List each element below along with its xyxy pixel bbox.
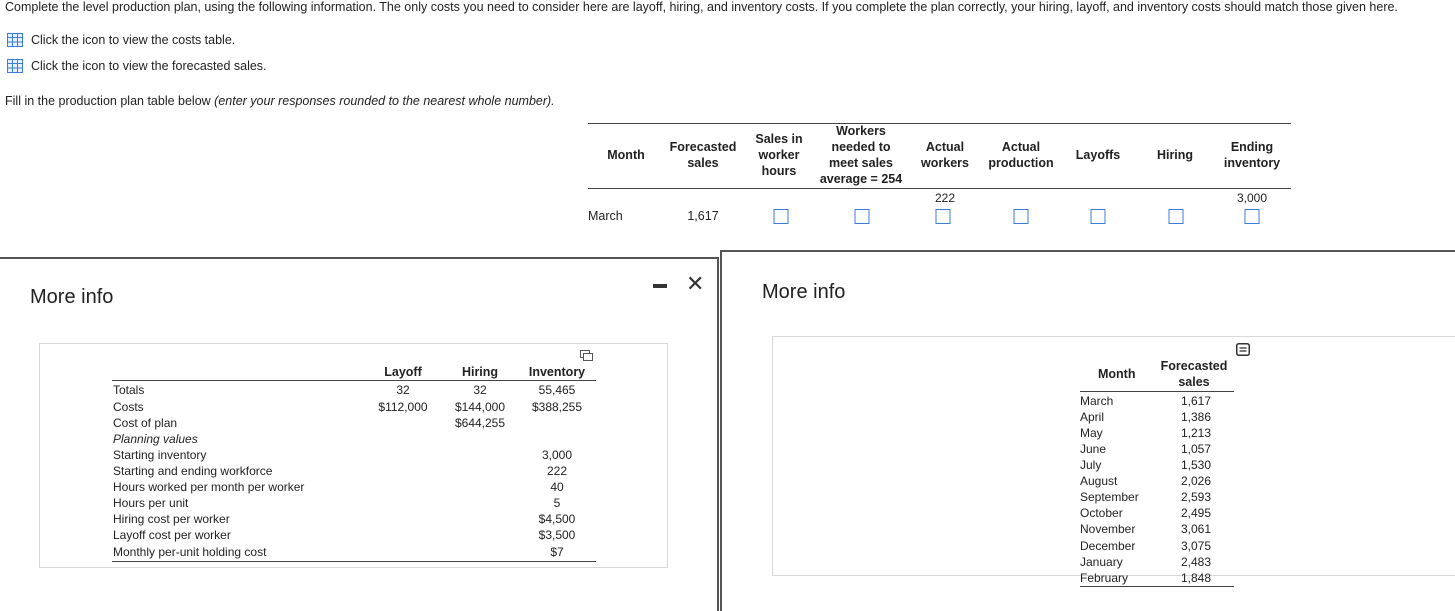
sales-month: January <box>1080 555 1123 569</box>
planning-values-label: Planning values <box>113 432 198 446</box>
totals-label: Totals <box>113 383 145 397</box>
planning-value: 5 <box>553 496 561 510</box>
fill-prompt: Fill in the production plan table below <box>5 94 211 108</box>
sales-value: 1,617 <box>1180 394 1212 408</box>
costs-bottom-rule <box>112 561 596 562</box>
header-workers-needed: Workers needed to meet sales average = 254 <box>819 124 903 186</box>
sales-month: October <box>1080 506 1123 520</box>
close-icon[interactable]: ✕ <box>686 271 704 297</box>
cost-of-plan-label: Cost of plan <box>113 416 178 430</box>
sales-month: December <box>1080 539 1136 553</box>
initial-inventory-value: 3,000 <box>1236 191 1268 205</box>
planning-label: Starting inventory <box>113 448 207 462</box>
row-month: March <box>588 209 623 223</box>
cost-of-plan-value: $644,255 <box>454 416 506 430</box>
sales-month: September <box>1080 490 1139 504</box>
header-actual-production: Actual production <box>988 140 1054 170</box>
copy-icon[interactable] <box>580 350 593 361</box>
planning-label: Monthly per-unit holding cost <box>113 545 267 559</box>
fill-prompt-note: (enter your responses rounded to the nea… <box>214 94 555 108</box>
sales-month: June <box>1080 442 1107 456</box>
header-ending-inventory: Ending inventory <box>1223 140 1281 170</box>
hiring-input[interactable] <box>1168 209 1184 224</box>
costs-layoff: $112,000 <box>378 400 428 414</box>
totals-layoff: 32 <box>396 383 410 397</box>
sales-value: 1,057 <box>1180 442 1212 456</box>
sales-col-month: Month <box>1098 367 1136 381</box>
table-icon[interactable] <box>7 59 23 73</box>
planning-value: $4,500 <box>538 512 576 526</box>
instructions-text: Complete the level production plan, usin… <box>5 0 1398 14</box>
table-header-rule <box>588 188 1291 189</box>
planning-value: 40 <box>550 480 564 494</box>
sales-month: April <box>1080 410 1105 424</box>
table-icon[interactable] <box>7 33 23 47</box>
sales-month: August <box>1080 474 1118 488</box>
planning-value: $3,500 <box>538 528 576 542</box>
header-actual-workers: Actual workers <box>921 140 969 170</box>
sales-value: 2,026 <box>1180 474 1212 488</box>
planning-label: Hours worked per month per worker <box>113 480 305 494</box>
sales-header-rule <box>1080 391 1234 392</box>
sales-link-label: Click the icon to view the forecasted sa… <box>31 59 267 73</box>
planning-value: 3,000 <box>541 448 573 462</box>
col-inventory: Inventory <box>528 365 586 379</box>
planning-value: 222 <box>546 464 568 478</box>
sales-value: 1,530 <box>1180 458 1212 472</box>
planning-label: Hiring cost per worker <box>113 512 230 526</box>
col-layoff: Layoff <box>384 365 422 379</box>
ending-inventory-input[interactable] <box>1244 209 1260 224</box>
costs-label: Costs <box>113 400 144 414</box>
sales-month: July <box>1080 458 1102 472</box>
sales-value: 3,075 <box>1180 539 1212 553</box>
sales-value: 2,593 <box>1180 490 1212 504</box>
initial-workers-value: 222 <box>934 191 956 205</box>
sales-month: November <box>1080 522 1136 536</box>
actual-workers-input[interactable] <box>935 209 951 224</box>
minimize-icon[interactable] <box>653 284 667 288</box>
planning-label: Hours per unit <box>113 496 189 510</box>
fill-instructions: Fill in the production plan table below … <box>5 94 555 108</box>
totals-inventory: 55,465 <box>538 383 576 397</box>
sales-value: 3,061 <box>1180 522 1212 536</box>
sales-dialog-title: More info <box>762 281 846 303</box>
costs-inventory: $388,255 <box>531 400 583 414</box>
costs-dialog-title: More info <box>30 286 114 308</box>
copy-icon[interactable] <box>1236 343 1250 356</box>
sales-bottom-rule <box>1080 586 1234 587</box>
sales-value: 1,386 <box>1180 410 1212 424</box>
costs-header-rule <box>112 380 596 381</box>
sales-value: 2,483 <box>1180 555 1212 569</box>
sales-worker-hours-input[interactable] <box>773 209 789 224</box>
sales-table-link[interactable]: Click the icon to view the forecasted sa… <box>7 59 267 73</box>
sales-col-forecasted: Forecasted sales <box>1160 359 1228 389</box>
col-hiring: Hiring <box>461 365 499 379</box>
costs-link-label: Click the icon to view the costs table. <box>31 33 236 47</box>
row-forecasted-sales: 1,617 <box>687 209 719 223</box>
table-top-rule <box>588 123 1291 124</box>
header-forecasted-sales: Forecasted sales <box>669 140 737 170</box>
workers-needed-input[interactable] <box>854 209 870 224</box>
sales-value: 1,848 <box>1180 571 1212 585</box>
sales-month: March <box>1080 394 1114 408</box>
actual-production-input[interactable] <box>1013 209 1029 224</box>
header-month: Month <box>607 148 645 162</box>
planning-label: Starting and ending workforce <box>113 464 273 478</box>
sales-month: May <box>1080 426 1103 440</box>
header-layoffs: Layoffs <box>1075 148 1121 162</box>
layoffs-input[interactable] <box>1090 209 1106 224</box>
header-sales-worker-hours: Sales in worker hours <box>755 132 803 178</box>
header-hiring: Hiring <box>1156 148 1194 162</box>
costs-hiring: $144,000 <box>454 400 506 414</box>
totals-hiring: 32 <box>473 383 487 397</box>
planning-value: $7 <box>550 545 564 559</box>
sales-value: 2,495 <box>1180 506 1212 520</box>
sales-value: 1,213 <box>1180 426 1212 440</box>
planning-label: Layoff cost per worker <box>113 528 231 542</box>
sales-month: February <box>1080 571 1129 585</box>
costs-table-link[interactable]: Click the icon to view the costs table. <box>7 33 235 47</box>
